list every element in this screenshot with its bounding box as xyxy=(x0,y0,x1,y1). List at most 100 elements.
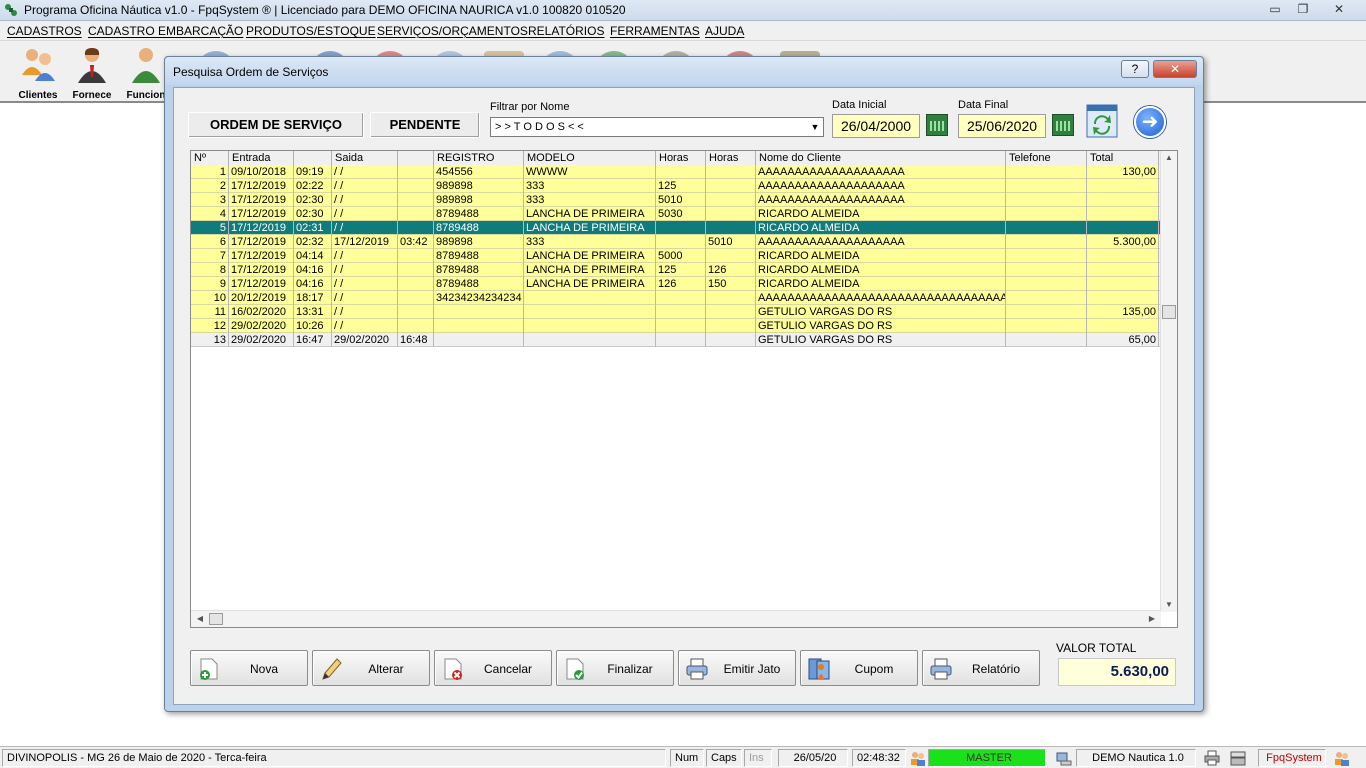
cell-modelo xyxy=(524,333,656,347)
col-header-horas-1[interactable]: Horas xyxy=(656,151,706,165)
start-date-label: Data Inicial xyxy=(832,99,887,111)
cell-horas-2 xyxy=(706,319,756,333)
cell-total xyxy=(1087,207,1159,221)
go-arrow-button[interactable]: ➜ xyxy=(1134,106,1166,138)
cell-entrada: 17/12/2019 xyxy=(229,235,294,249)
scroll-right-icon[interactable]: ▶ xyxy=(1145,611,1159,627)
cell-modelo: LANCHA DE PRIMEIRA xyxy=(524,277,656,291)
cell-num: 2 xyxy=(191,179,229,193)
button-label: Nova xyxy=(249,662,278,676)
table-row[interactable]: 2 17/12/2019 02:22 / / 989898 333 125 AAAAAAAA… xyxy=(191,179,1161,193)
table-row[interactable]: 13 29/02/2020 16:47 29/02/2020 16:48 GETULIO … xyxy=(191,333,1161,347)
col-header-saida[interactable]: Saida xyxy=(332,151,398,165)
table-row[interactable]: 7 17/12/2019 04:14 / / 8789488 LANCHA DE PRI… xyxy=(191,249,1161,263)
scroll-thumb[interactable] xyxy=(209,613,223,625)
col-header-telefone[interactable]: Telefone xyxy=(1006,151,1087,165)
col-header-entrada-hora[interactable] xyxy=(294,151,332,165)
cell-saida-hora: 16:48 xyxy=(398,333,434,347)
table-row[interactable]: 10 20/12/2019 18:17 / / 34234234234234 AAAAA… xyxy=(191,291,1161,305)
cell-total xyxy=(1087,179,1159,193)
cell-saida: 29/02/2020 xyxy=(332,333,398,347)
col-header-modelo[interactable]: MODELO xyxy=(524,151,656,165)
nova-button[interactable]: Nova xyxy=(190,650,308,686)
menu-relatorios[interactable]: RELATÓRIOS xyxy=(528,24,604,38)
col-header-registro[interactable]: REGISTRO xyxy=(434,151,524,165)
horizontal-scrollbar[interactable]: ◀ ▶ xyxy=(191,610,1161,627)
cell-horas-1: 5000 xyxy=(656,249,706,263)
cell-num: 6 xyxy=(191,235,229,249)
scroll-down-icon[interactable]: ▼ xyxy=(1161,598,1177,612)
edit-pencil-icon xyxy=(322,658,342,680)
cell-saida: / / xyxy=(332,249,398,263)
vertical-scrollbar[interactable]: ▲ ▼ xyxy=(1160,151,1177,612)
menu-ajuda[interactable]: AJUDA xyxy=(705,24,744,38)
table-row[interactable]: 8 17/12/2019 04:16 / / 8789488 LANCHA DE PRI… xyxy=(191,263,1161,277)
scroll-up-icon[interactable]: ▲ xyxy=(1161,151,1177,165)
cell-horas-2: 150 xyxy=(706,277,756,291)
end-date-input[interactable]: 25/06/2020 xyxy=(958,114,1046,138)
table-row[interactable]: 1 09/10/2018 09:19 / / 454556 WWWW AAAAAAAAAA… xyxy=(191,165,1161,179)
table-row[interactable]: 4 17/12/2019 02:30 / / 8789488 LANCHA DE PRI… xyxy=(191,207,1161,221)
table-row[interactable]: 9 17/12/2019 04:16 / / 8789488 LANCHA DE PRI… xyxy=(191,277,1161,291)
cell-registro: 8789488 xyxy=(434,221,524,235)
relatorio-button[interactable]: Relatório xyxy=(922,650,1040,686)
refresh-icon[interactable] xyxy=(1086,104,1118,138)
cash-register-icon[interactable] xyxy=(1230,750,1246,766)
table-row[interactable]: 3 17/12/2019 02:30 / / 989898 333 5010 AAAAAAA… xyxy=(191,193,1161,207)
cell-total: 130,00 xyxy=(1087,165,1159,179)
cell-total: 135,00 xyxy=(1087,305,1159,319)
calendar-icon[interactable] xyxy=(1052,114,1074,136)
cell-entrada-hora: 02:30 xyxy=(294,207,332,221)
table-row[interactable]: 5 17/12/2019 02:31 / / 8789488 LANCHA DE PRI… xyxy=(191,221,1161,235)
scroll-left-icon[interactable]: ◀ xyxy=(193,611,207,627)
cell-entrada: 17/12/2019 xyxy=(229,249,294,263)
chevron-down-icon[interactable]: ▼ xyxy=(807,118,823,136)
scroll-thumb[interactable] xyxy=(1162,305,1176,319)
table-row[interactable]: 6 17/12/2019 02:32 17/12/2019 03:42 989898 333… xyxy=(191,235,1161,249)
button-label: Relatório xyxy=(971,662,1021,676)
col-header-saida-hora[interactable] xyxy=(398,151,434,165)
employee-icon xyxy=(132,48,160,83)
close-window-button[interactable]: ✕ xyxy=(1324,1,1354,18)
cell-horas-1 xyxy=(656,333,706,347)
printer-icon[interactable] xyxy=(1204,750,1220,766)
toolbar-clientes-button[interactable]: Clientes xyxy=(12,45,64,101)
dialog-close-button[interactable]: ✕ xyxy=(1153,60,1197,78)
cell-entrada: 17/12/2019 xyxy=(229,277,294,291)
menu-cadastro-embarcacao[interactable]: CADASTRO EMBARCAÇÃO xyxy=(88,24,243,38)
cell-saida-hora xyxy=(398,277,434,291)
col-header-num[interactable]: Nº xyxy=(191,151,229,165)
filter-name-select[interactable]: > > T O D O S < < ▼ xyxy=(490,117,824,137)
minimize-button[interactable]: ▭ xyxy=(1262,1,1288,18)
emitir-jato-button[interactable]: Emitir Jato xyxy=(678,650,796,686)
cell-entrada-hora: 04:16 xyxy=(294,277,332,291)
col-header-horas-2[interactable]: Horas xyxy=(706,151,756,165)
button-label: Emitir Jato xyxy=(723,662,781,676)
restore-button[interactable]: ❐ xyxy=(1290,1,1316,18)
col-header-entrada[interactable]: Entrada xyxy=(229,151,294,165)
cell-saida-hora xyxy=(398,249,434,263)
help-button[interactable]: ? xyxy=(1121,60,1149,78)
button-label: Cancelar xyxy=(483,662,533,676)
menu-cadastros[interactable]: CADASTROS xyxy=(7,24,82,38)
table-row[interactable]: 11 16/02/2020 13:31 / / GETULIO VARGAS DO R… xyxy=(191,305,1161,319)
start-date-input[interactable]: 26/04/2000 xyxy=(832,114,920,138)
total-label: VALOR TOTAL xyxy=(1056,641,1137,655)
menu-ferramentas[interactable]: FERRAMENTAS xyxy=(610,24,700,38)
col-header-total[interactable]: Total xyxy=(1087,151,1159,165)
status-version: DEMO Nautica 1.0 xyxy=(1076,749,1196,767)
menu-servicos-orcamentos[interactable]: SERVIÇOS/ORÇAMENTOS xyxy=(377,24,528,38)
cell-saida-hora xyxy=(398,179,434,193)
cell-total: 65,00 xyxy=(1087,333,1159,347)
finalizar-button[interactable]: Finalizar xyxy=(556,650,674,686)
alterar-button[interactable]: Alterar xyxy=(312,650,430,686)
cell-horas-1 xyxy=(656,235,706,249)
cupom-button[interactable]: Cupom xyxy=(800,650,918,686)
calendar-icon[interactable] xyxy=(926,114,948,136)
cancelar-button[interactable]: Cancelar xyxy=(434,650,552,686)
cell-horas-2 xyxy=(706,221,756,235)
table-row[interactable]: 12 29/02/2020 10:26 / / GETULIO VARGAS DO R… xyxy=(191,319,1161,333)
menu-produtos-estoque[interactable]: PRODUTOS/ESTOQUE xyxy=(246,24,376,38)
toolbar-fornece-button[interactable]: Fornece xyxy=(66,45,118,101)
col-header-cliente[interactable]: Nome do Cliente xyxy=(756,151,1006,165)
